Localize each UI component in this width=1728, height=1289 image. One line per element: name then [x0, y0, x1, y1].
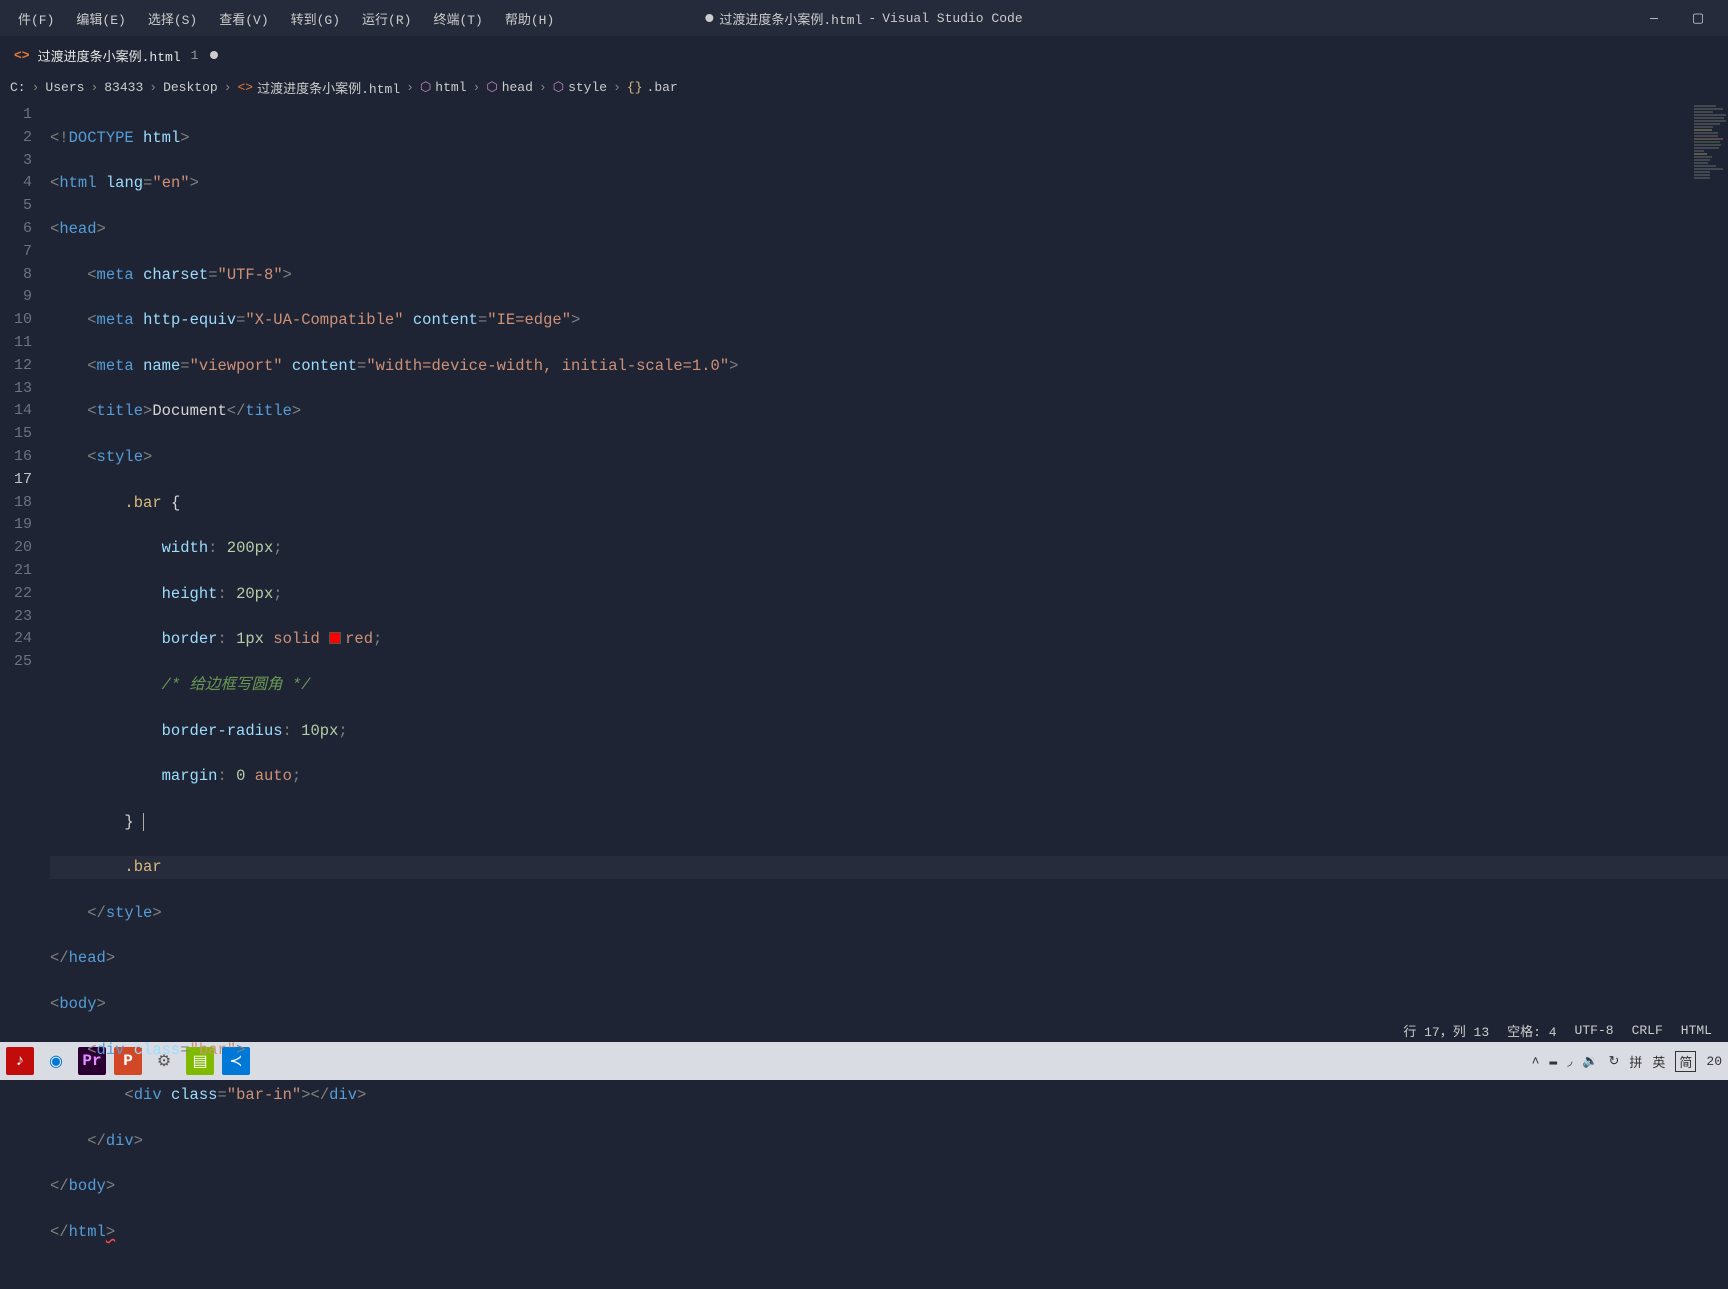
code-content[interactable]: <!DOCTYPE html> <html lang="en"> <head> …	[50, 100, 1728, 1018]
minimap[interactable]	[1694, 104, 1726, 164]
editor-tab[interactable]: <> 过渡进度条小案例.html 1	[0, 36, 232, 73]
menu-selection[interactable]: 选择(S)	[138, 5, 207, 32]
menu-file[interactable]: 件(F)	[8, 5, 64, 32]
element-icon: ⬡	[420, 80, 431, 95]
element-icon: ⬡	[486, 80, 497, 95]
crumb-style[interactable]: ⬡ style	[553, 80, 607, 95]
html-file-icon: <>	[238, 80, 254, 95]
crumb-html[interactable]: ⬡ html	[420, 80, 467, 95]
menu-go[interactable]: 转到(G)	[281, 5, 350, 32]
menu-view[interactable]: 查看(V)	[209, 5, 278, 32]
crumb-file[interactable]: <> 过渡进度条小案例.html	[238, 78, 401, 97]
menu-terminal[interactable]: 终端(T)	[423, 5, 492, 32]
minimize-button[interactable]: —	[1642, 11, 1666, 26]
tab-label: 过渡进度条小案例.html	[38, 46, 181, 65]
tab-dirty-icon	[210, 51, 218, 59]
window-controls: — ▢	[1642, 11, 1720, 26]
editor-area[interactable]: 1 2 3 4 5 6 7 8 9 10 11 12 13 14 15 16 1…	[0, 100, 1728, 1018]
menu-run[interactable]: 运行(R)	[352, 5, 421, 32]
crumb-selector[interactable]: {} .bar	[627, 80, 678, 95]
tab-bar: <> 过渡进度条小案例.html 1	[0, 36, 1728, 74]
crumb-drive[interactable]: C:	[10, 80, 26, 95]
title-filename: 过渡进度条小案例.html	[719, 9, 862, 28]
crumb-user[interactable]: 83433	[104, 80, 143, 95]
menu-edit[interactable]: 编辑(E)	[66, 5, 135, 32]
crumb-users[interactable]: Users	[45, 80, 84, 95]
menu-help[interactable]: 帮助(H)	[495, 5, 564, 32]
tab-number: 1	[191, 48, 199, 63]
color-swatch-icon	[329, 632, 341, 644]
window-title: 过渡进度条小案例.html - Visual Studio Code	[705, 9, 1022, 28]
maximize-button[interactable]: ▢	[1686, 11, 1710, 26]
html-file-icon: <>	[14, 48, 30, 63]
element-icon: ⬡	[553, 80, 564, 95]
crumb-desktop[interactable]: Desktop	[163, 80, 218, 95]
breadcrumb[interactable]: C:› Users› 83433› Desktop› <> 过渡进度条小案例.h…	[0, 74, 1728, 100]
text-cursor-icon	[143, 813, 144, 831]
menu-bar: 件(F) 编辑(E) 选择(S) 查看(V) 转到(G) 运行(R) 终端(T)…	[0, 0, 1728, 36]
css-rule-icon: {}	[627, 80, 643, 95]
netease-music-icon[interactable]: ♪	[6, 1047, 34, 1075]
line-number-gutter: 1 2 3 4 5 6 7 8 9 10 11 12 13 14 15 16 1…	[0, 100, 50, 1018]
crumb-head[interactable]: ⬡ head	[486, 80, 533, 95]
menu-items: 件(F) 编辑(E) 选择(S) 查看(V) 转到(G) 运行(R) 终端(T)…	[8, 5, 564, 32]
title-app: Visual Studio Code	[882, 11, 1022, 26]
dirty-indicator-icon	[705, 14, 713, 22]
